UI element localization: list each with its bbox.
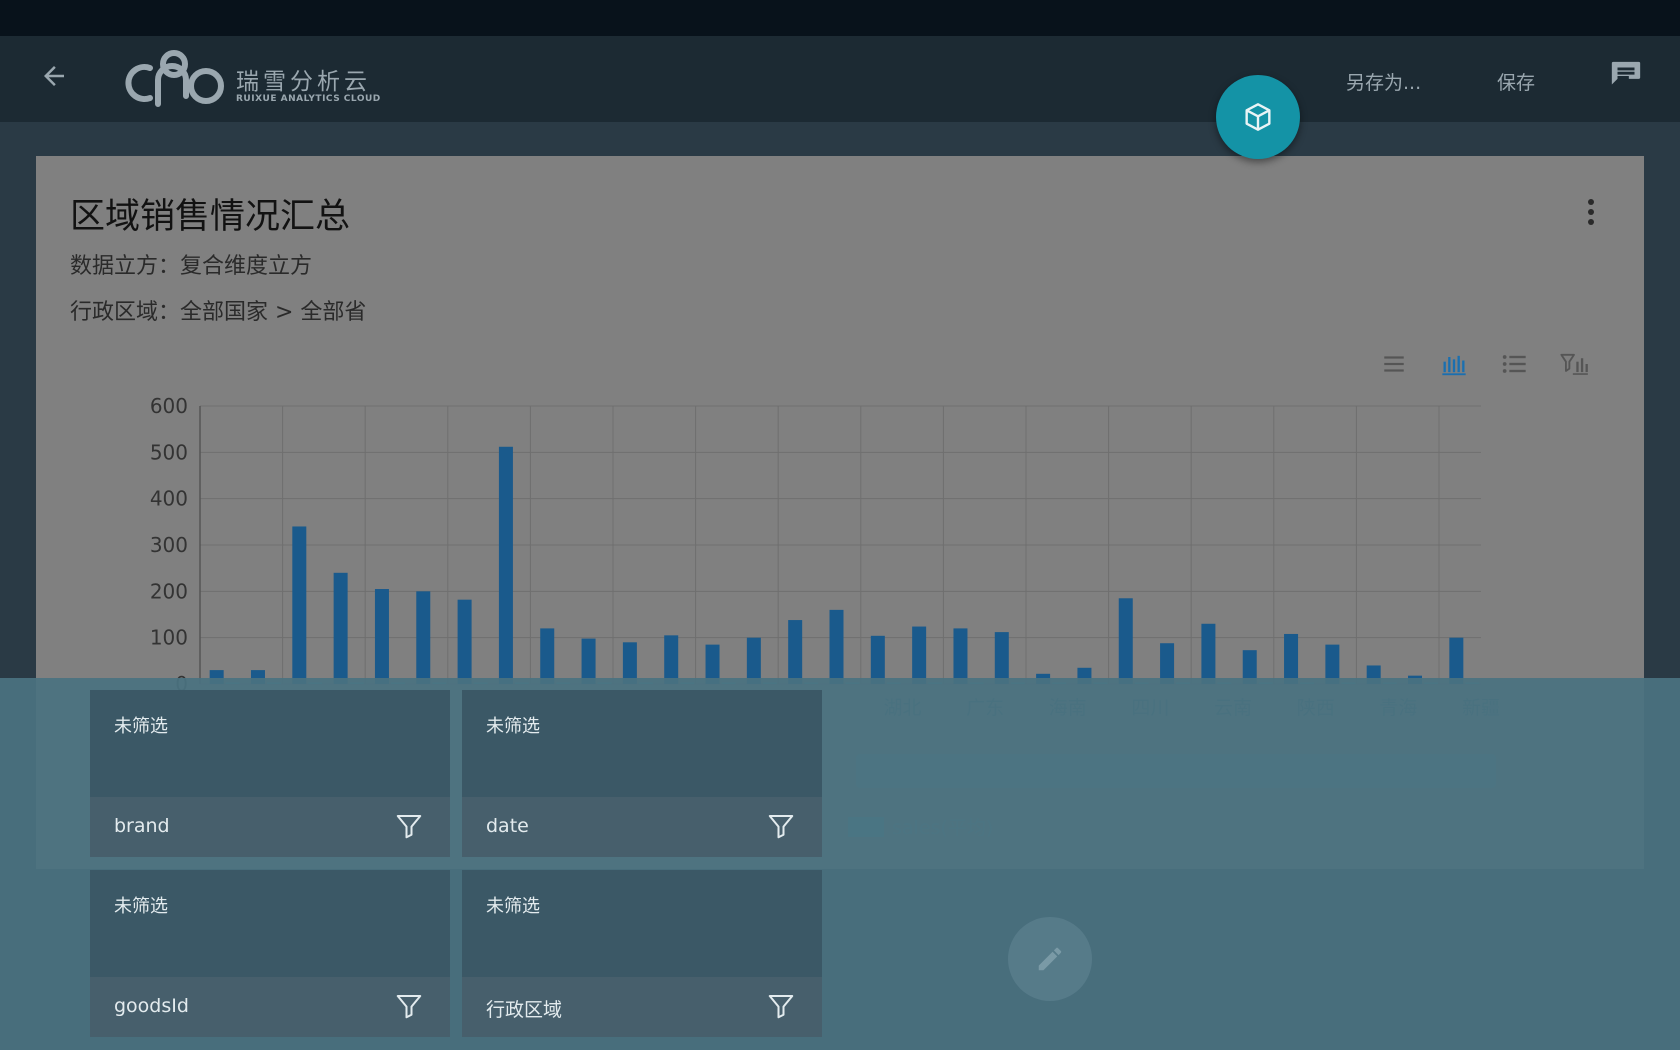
filter-name-area: brand (90, 797, 450, 857)
filter-card-goodsid[interactable]: 未筛选 goodsId (90, 870, 450, 1037)
y-tick-label: 600 (150, 394, 188, 418)
funnel-icon[interactable] (394, 991, 424, 1021)
y-tick-label: 400 (150, 487, 188, 511)
window-top-strip (0, 0, 1680, 36)
filter-card-date[interactable]: 未筛选 date (462, 690, 822, 857)
save-as-button[interactable]: 另存为... (1346, 68, 1421, 95)
edit-fab-button[interactable] (1008, 917, 1092, 1001)
filter-status-area: 未筛选 (90, 690, 450, 797)
filter-name: goodsId (114, 995, 189, 1017)
filter-status-area: 未筛选 (462, 690, 822, 797)
bar (953, 628, 968, 684)
list-view-button[interactable] (1496, 346, 1532, 382)
app-header: 瑞雪分析云 RUIXUE ANALYTICS CLOUD 另存为... 保存 (0, 36, 1680, 122)
bar (829, 609, 844, 684)
funnel-icon[interactable] (394, 811, 424, 841)
filter-status-area: 未筛选 (90, 870, 450, 977)
filter-panel-overlay: 未筛选 brand 未筛选 date 未筛选 goodsId 未筛选 行政区域 (0, 678, 1680, 1050)
arrow-left-icon (44, 66, 64, 86)
filter-name: 行政区域 (486, 999, 563, 1021)
bar (416, 591, 431, 684)
filter-name-area: 行政区域 (462, 977, 822, 1037)
filter-status-area: 未筛选 (462, 870, 822, 977)
filter-chart-view-button[interactable] (1556, 346, 1592, 382)
logo: 瑞雪分析云 RUIXUE ANALYTICS CLOUD (124, 46, 380, 112)
cube-icon (1245, 103, 1271, 131)
bar (498, 446, 513, 684)
logo-text-cn: 瑞雪分析云 (236, 69, 371, 95)
y-tick-label: 100 (150, 626, 188, 650)
funnel-icon[interactable] (766, 811, 796, 841)
pencil-icon (1038, 947, 1062, 971)
logo-mark-icon (125, 50, 224, 107)
comment-button[interactable] (1606, 56, 1646, 96)
bar (994, 632, 1009, 684)
filter-status: 未筛选 (114, 896, 168, 917)
chart-view-button[interactable] (1436, 346, 1472, 382)
funnel-icon[interactable] (766, 991, 796, 1021)
filter-card-region[interactable]: 未筛选 行政区域 (462, 870, 822, 1037)
bar (374, 589, 389, 684)
bar (292, 526, 307, 684)
back-button[interactable] (34, 56, 74, 96)
bar (540, 628, 555, 684)
bar (1118, 598, 1133, 684)
cube-fab-button[interactable] (1216, 75, 1300, 159)
comment-icon (1611, 61, 1641, 85)
y-tick-label: 200 (150, 579, 188, 603)
filter-card-brand[interactable]: 未筛选 brand (90, 690, 450, 857)
table-view-button[interactable] (1376, 346, 1412, 382)
logo-text-en: RUIXUE ANALYTICS CLOUD (236, 94, 381, 104)
filter-name-area: goodsId (90, 977, 450, 1037)
bar (1284, 633, 1299, 684)
filter-status: 未筛选 (486, 716, 540, 737)
filter-name: date (486, 815, 529, 837)
bar (1201, 623, 1216, 684)
filter-name-area: date (462, 797, 822, 857)
filter-chart-icon (1560, 353, 1588, 375)
bar (333, 572, 348, 684)
save-button[interactable]: 保存 (1497, 68, 1535, 95)
bar (912, 626, 927, 684)
list-icon (1502, 355, 1526, 373)
filter-status: 未筛选 (114, 716, 168, 737)
bar-chart-icon (1442, 355, 1466, 376)
menu-lines-icon (1384, 356, 1404, 372)
bar (788, 620, 803, 684)
filter-name: brand (114, 815, 170, 837)
bar (457, 599, 472, 684)
filter-status: 未筛选 (486, 896, 540, 917)
y-tick-label: 300 (150, 533, 188, 557)
bar (870, 635, 885, 684)
bar (664, 635, 679, 684)
y-tick-label: 500 (150, 440, 188, 464)
